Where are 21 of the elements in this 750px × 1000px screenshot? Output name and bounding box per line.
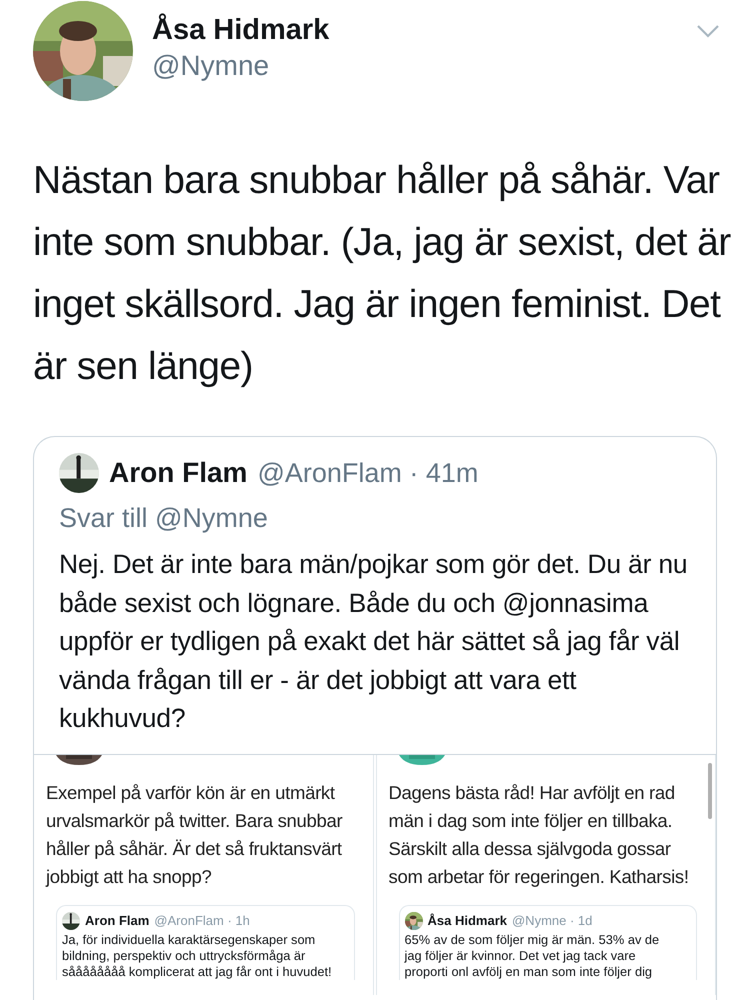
- embedded-author-handle: @Nymne · 1d: [512, 913, 592, 928]
- author-handle[interactable]: @Nymne: [152, 48, 330, 84]
- reply-to-text: Svar till @Nymne: [58, 502, 269, 535]
- attached-screenshot[interactable]: [376, 754, 716, 994]
- embedded-author-handle: @AronFlam · 1h: [154, 913, 250, 928]
- tweet-text: Nästan bara snubbar håller på såhär. Var inte som snubbar. (Ja, jag är sexist, det är inget skällsord. Jag är ingen feminist. Det är sen länge): [33, 158, 732, 390]
- quoted-author-handle: @AronFlam · 41m: [257, 458, 478, 488]
- embedded-quote-text: Ja, för individuella karaktärsegenskaper som: [62, 932, 316, 948]
- quoted-tweet-card[interactable]: [33, 436, 717, 1000]
- embedded-quote-text: såååååååå komplicerat att jag får ont i huvudet!: [62, 964, 333, 980]
- embedded-quote-text: proporti onl avfölj en man som inte följer dig: [404, 964, 654, 980]
- embedded-quote-text: bildning, perspektiv och uttrycksförmåga är: [62, 948, 306, 964]
- embedded-quote-text: 65% av de som följer mig är män. 53% av de: [404, 932, 660, 948]
- author-name[interactable]: Åsa Hidmark: [152, 12, 330, 48]
- embedded-author-name: Åsa Hidmark: [428, 913, 507, 928]
- quoted-tweet-text: Nej. Det är inte bara män/pojkar som gör det. Du är nu både sexist och lögnare. Både du och @jonnasima uppför er tydligen på exakt det här sättet så jag får väl vända frågan till er - är det jobbigt att vara ett kukhuvud?: [58, 548, 688, 735]
- quoted-author-name: Aron Flam: [109, 457, 248, 489]
- embedded-quote-text: jag följer är kvinnor. Det vet jag tack vare: [404, 948, 637, 964]
- screenshot-tweet-text: Exempel på varför kön är en utmärkt urvalsmarkör på twitter. Bara snubbar håller på såhär. Är det så fruktansvärt jobbigt att ha snopp?: [44, 780, 344, 889]
- embedded-author-name: Aron Flam: [85, 913, 150, 928]
- screenshot-tweet-text: Dagens bästa råd! Har avföljt en rad män i dag som inte följer en tillbaka. Särskilt alla dessa självgoda gossar som arbetar för regeringen. Katharsis!: [388, 780, 690, 889]
